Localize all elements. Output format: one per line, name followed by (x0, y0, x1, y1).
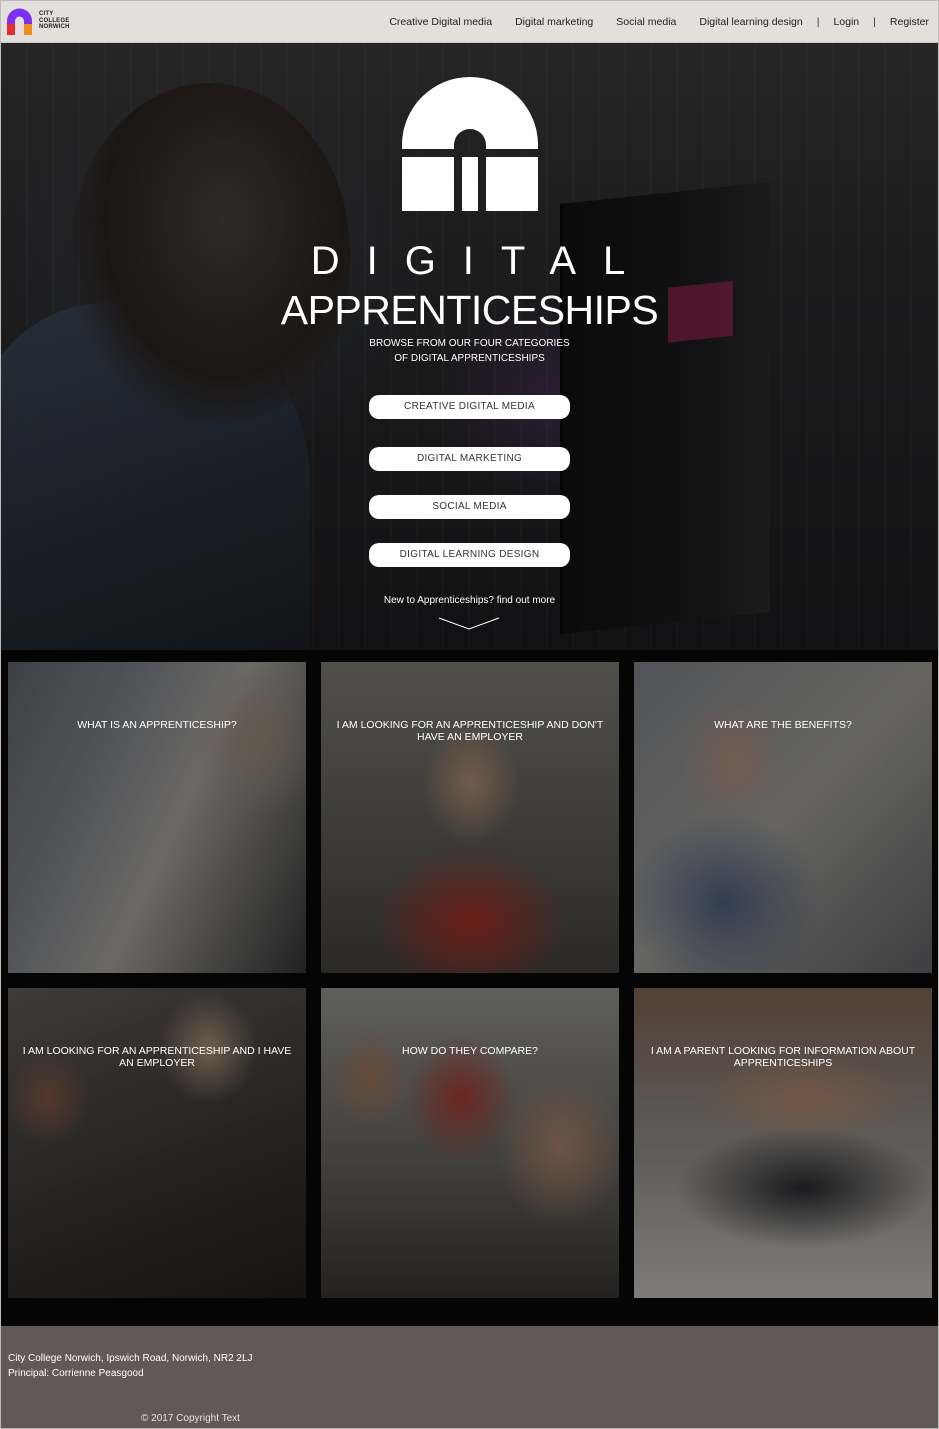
tile-caption: WHAT IS AN APPRENTICESHIP? (77, 719, 237, 731)
tile-have-employer[interactable]: I AM LOOKING FOR AN APPRENTICESHIP AND I… (8, 988, 306, 1298)
logo-arch-icon (6, 7, 33, 35)
footer-address: City College Norwich, Ipswich Road, Norw… (8, 1353, 253, 1364)
hero-subtitle: BROWSE FROM OUR FOUR CATEGORIES OF DIGIT… (369, 338, 570, 364)
nav-separator: | (816, 15, 820, 28)
tile-caption: I AM LOOKING FOR AN APPRENTICESHIP AND I… (22, 1045, 292, 1069)
nav-separator: | (873, 15, 876, 28)
nav-digital-marketing[interactable]: Digital marketing (515, 16, 593, 28)
site-footer: City College Norwich, Ipswich Road, Norw… (0, 1326, 939, 1429)
tile-caption: HOW DO THEY COMPARE? (402, 1045, 538, 1057)
tile-no-employer[interactable]: I AM LOOKING FOR AN APPRENTICESHIP AND D… (321, 662, 619, 973)
tile-parent-info[interactable]: I AM A PARENT LOOKING FOR INFORMATION AB… (634, 988, 932, 1298)
digital-arch-logo-icon (402, 77, 538, 211)
main-nav: Creative Digital media Digital marketing… (366, 0, 929, 43)
footer-address-block: City College Norwich, Ipswich Road, Norw… (8, 1351, 253, 1381)
site-header: CITY COLLEGE NORWICH Creative Digital me… (0, 0, 939, 43)
creative-digital-media-button[interactable]: CREATIVE DIGITAL MEDIA (369, 395, 570, 419)
tile-caption: WHAT ARE THE BENEFITS? (714, 719, 852, 731)
digital-learning-design-button[interactable]: DIGITAL LEARNING DESIGN (369, 543, 570, 567)
nav-social-media[interactable]: Social media (616, 16, 676, 28)
tile-benefits[interactable]: WHAT ARE THE BENEFITS? (634, 662, 932, 973)
tile-caption: I AM A PARENT LOOKING FOR INFORMATION AB… (650, 1045, 916, 1069)
tile-how-compare[interactable]: HOW DO THEY COMPARE? (321, 988, 619, 1298)
tile-what-is-apprenticeship[interactable]: WHAT IS AN APPRENTICESHIP? (8, 662, 306, 973)
register-link[interactable]: Register (890, 16, 929, 28)
hero-title-apprenticeships: APPRENTICESHIPS (280, 287, 659, 333)
find-out-more-link[interactable]: New to Apprenticeships? find out more (0, 595, 939, 606)
social-media-button[interactable]: SOCIAL MEDIA (369, 495, 570, 519)
college-logo[interactable]: CITY COLLEGE NORWICH (6, 6, 76, 36)
login-link[interactable]: Login (833, 16, 859, 28)
footer-copyright: © 2017 Copyright Text (141, 1413, 240, 1424)
digital-marketing-button[interactable]: DIGITAL MARKETING (369, 447, 570, 471)
chevron-down-icon[interactable] (438, 615, 500, 631)
hero-title-digital: DIGITAL (310, 239, 653, 283)
info-tiles-grid: WHAT IS AN APPRENTICESHIP? I AM LOOKING … (0, 650, 939, 1326)
nav-creative-digital-media[interactable]: Creative Digital media (389, 16, 492, 28)
nav-digital-learning-design[interactable]: Digital learning design (699, 16, 802, 28)
tile-caption: I AM LOOKING FOR AN APPRENTICESHIP AND D… (336, 719, 604, 743)
footer-principal: Principal: Corrienne Peasgood (8, 1368, 144, 1379)
hero-section: DIGITAL APPRENTICESHIPS BROWSE FROM OUR … (0, 43, 939, 650)
logo-wordmark: CITY COLLEGE NORWICH (39, 11, 70, 31)
